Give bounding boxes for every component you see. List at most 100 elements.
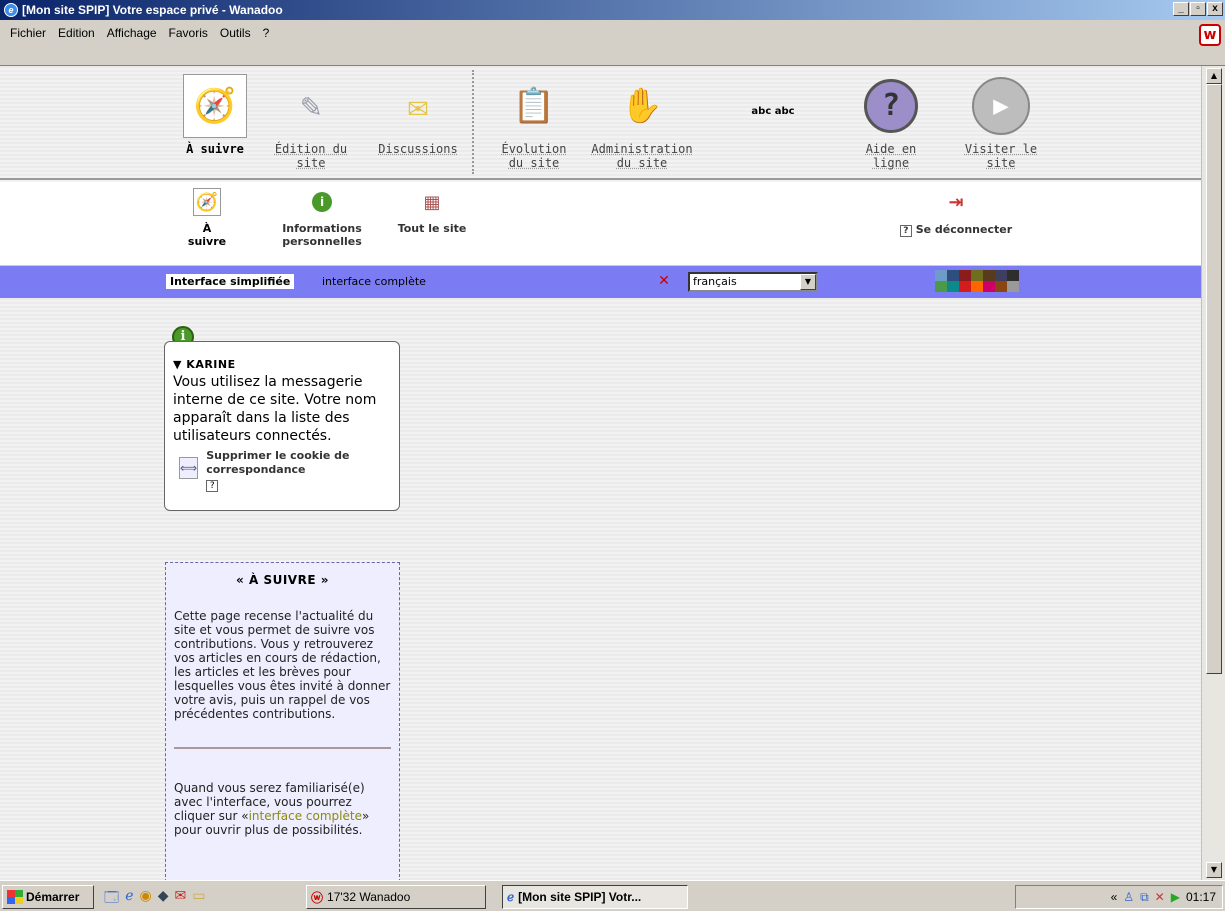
play-icon[interactable]: ▶ (1171, 890, 1180, 904)
tray-icon[interactable]: ♙ (1123, 890, 1134, 904)
site-map-icon: ▦ (423, 191, 441, 213)
spelling-icon: abc abc (751, 106, 795, 117)
a-suivre-help-box: « À SUIVRE » Cette page recense l'actual… (165, 562, 400, 880)
wanadoo-icon: ⓦ (311, 890, 324, 905)
quick-launch: 🗔 ℯ ◉ ◆ ✉ ▭ (104, 887, 205, 911)
task-spip[interactable]: ℯ [Mon site SPIP] Votr... (502, 885, 688, 909)
color-swatch[interactable] (959, 270, 971, 281)
wanadoo-icon[interactable]: ◆ (158, 887, 169, 911)
scroll-down-button[interactable]: ▼ (1206, 862, 1222, 878)
network-icon[interactable]: ⧉ (1140, 890, 1149, 905)
color-swatch[interactable] (971, 281, 983, 292)
logout-icon: ⇥ (948, 191, 964, 213)
color-swatch[interactable] (1007, 281, 1019, 292)
wanadoo-logo: w (1199, 24, 1221, 46)
sub-navigation: 🧭 À suivre i Informations personnelles ▦… (0, 182, 1201, 266)
color-swatch[interactable] (995, 270, 1007, 281)
nav-evolution[interactable]: 📋 Évolution du site (494, 74, 574, 170)
a-suivre-hint: Quand vous serez familiarisé(e) avec l'i… (174, 781, 370, 837)
user-info-box: ▼ KARINE Vous utilisez la messagerie int… (164, 341, 400, 511)
interface-complete-link[interactable]: interface complète (322, 275, 426, 288)
language-select[interactable]: français ▼ (688, 272, 818, 292)
color-swatch[interactable] (1007, 270, 1019, 281)
ie-icon: e (4, 3, 18, 17)
menu-favoris[interactable]: Favoris (163, 24, 214, 42)
interface-simple-link[interactable]: Interface simplifiée (166, 274, 295, 289)
help-icon: ? (859, 74, 923, 138)
scroll-up-button[interactable]: ▲ (1206, 68, 1222, 84)
subnav-a-suivre[interactable]: 🧭 À suivre (182, 188, 232, 248)
desktop-icon[interactable]: 🗔 (104, 887, 119, 911)
interface-complete-inline-link[interactable]: interface complète (249, 809, 362, 823)
color-swatch[interactable] (947, 281, 959, 292)
start-button[interactable]: Démarrer (2, 885, 94, 909)
close-button[interactable]: x (1207, 2, 1223, 16)
color-swatch[interactable] (995, 281, 1007, 292)
task-wanadoo[interactable]: ⓦ 17'32 Wanadoo (306, 885, 486, 909)
play-icon: ▶ (969, 74, 1033, 138)
admin-hand-icon: ✋ (620, 86, 664, 126)
color-swatch[interactable] (983, 281, 995, 292)
window-title: [Mon site SPIP] Votre espace privé - Wan… (22, 3, 283, 17)
menu-edition[interactable]: Edition (52, 24, 101, 42)
mail-icon[interactable]: ✉ (174, 887, 186, 911)
nav-discussions[interactable]: ✉ Discussions (368, 74, 468, 156)
nav-spelling[interactable]: abc abc (730, 106, 816, 117)
cookie-link[interactable]: ⟺ Supprimer le cookie de correspondance … (173, 449, 391, 492)
clipboard-icon: 📋 (512, 86, 556, 126)
menu-help[interactable]: ? (257, 24, 276, 42)
nav-aide[interactable]: ? Aide en ligne (858, 74, 924, 170)
divider (174, 747, 391, 749)
a-suivre-text: Cette page recense l'actualité du site e… (174, 609, 391, 721)
nav-edition[interactable]: ✎ Édition du site (270, 74, 352, 170)
media-icon[interactable]: ◉ (139, 887, 151, 911)
color-swatch[interactable] (935, 281, 947, 292)
compass-icon: 🧭 (183, 74, 247, 138)
user-name: ▼ KARINE (173, 358, 236, 371)
top-navigation: 🧭 À suivre ✎ Édition du site ✉ Discussio… (0, 66, 1201, 180)
menu-fichier[interactable]: Fichier (4, 24, 52, 42)
interface-bar: Interface simplifiée interface complète … (0, 266, 1201, 298)
menu-affichage[interactable]: Affichage (101, 24, 163, 42)
window-controls: _ ▫ x (1172, 2, 1223, 16)
color-swatch[interactable] (971, 270, 983, 281)
scroll-thumb[interactable] (1206, 84, 1222, 674)
ie-icon: ℯ (507, 890, 515, 904)
subnav-tout-le-site[interactable]: ▦ Tout le site (392, 188, 472, 236)
help-icon[interactable]: ? (899, 225, 912, 237)
nav-separator (472, 70, 474, 174)
info-icon: i (308, 188, 336, 216)
color-swatch[interactable] (947, 270, 959, 281)
color-swatch[interactable] (935, 270, 947, 281)
windows-flag-icon (7, 890, 23, 904)
chevron-down-icon[interactable]: ▼ (800, 274, 816, 290)
minimize-button[interactable]: _ (1173, 2, 1189, 16)
color-swatch[interactable] (959, 281, 971, 292)
language-flag-icon: ✕ (658, 273, 670, 289)
taskbar: Démarrer 🗔 ℯ ◉ ◆ ✉ ▭ ⓦ 17'32 Wanadoo ℯ [… (0, 880, 1225, 911)
subnav-infos-perso[interactable]: i Informations personnelles (272, 188, 372, 248)
nav-visiter[interactable]: ▶ Visiter le site (962, 74, 1040, 170)
subnav-deconnecter[interactable]: ⇥ ? Se déconnecter (886, 188, 1026, 237)
nav-administration[interactable]: ✋ Administration du site (582, 74, 702, 170)
maximize-button[interactable]: ▫ (1190, 2, 1206, 16)
antivirus-icon[interactable]: ✕ (1155, 890, 1165, 904)
nav-a-suivre[interactable]: 🧭 À suivre (172, 74, 258, 156)
help-icon[interactable]: ? (206, 480, 219, 492)
a-suivre-title: « À SUIVRE » (236, 573, 329, 587)
arrows-icon: ⟺ (179, 457, 199, 479)
notes-icon: ✉ (407, 86, 429, 126)
vertical-scrollbar[interactable]: ▲ ▼ (1201, 66, 1225, 880)
page-content: 🧭 À suivre ✎ Édition du site ✉ Discussio… (0, 66, 1201, 880)
compass-icon: 🧭 (193, 188, 221, 216)
chevron-left-icon[interactable]: « (1111, 890, 1118, 904)
messaging-text: Vous utilisez la messagerie interne de c… (173, 374, 377, 444)
menu-outils[interactable]: Outils (214, 24, 257, 42)
menu-bar: Fichier Edition Affichage Favoris Outils… (0, 20, 1225, 66)
pens-icon: ✎ (300, 86, 322, 126)
ie-icon[interactable]: ℯ (125, 887, 133, 911)
system-tray: « ♙ ⧉ ✕ ▶ 01:17 (1015, 885, 1223, 909)
folder-icon[interactable]: ▭ (192, 887, 205, 911)
color-swatch[interactable] (983, 270, 995, 281)
clock-icon: 01:17 (1185, 890, 1216, 904)
